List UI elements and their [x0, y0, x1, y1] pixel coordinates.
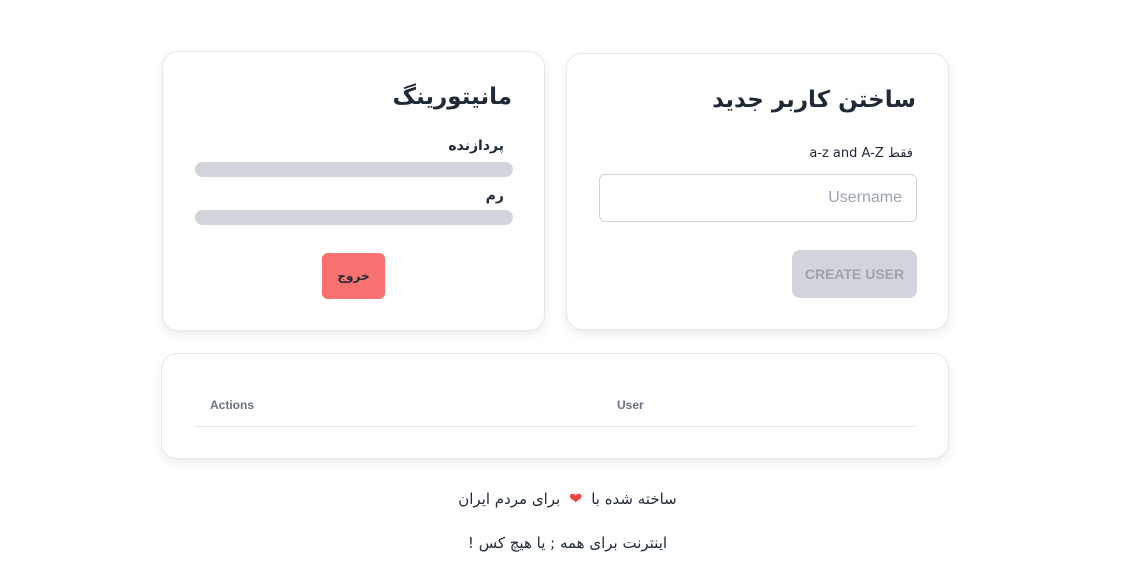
table-header-row: Actions User — [194, 386, 916, 427]
footer-credit: ساخته شده با ❤ برای مردم ایران — [0, 489, 1135, 508]
footer-for-people: برای مردم ایران — [458, 490, 561, 508]
ram-label: رم — [485, 188, 504, 204]
cpu-label: پردازنده — [448, 138, 504, 154]
username-input[interactable] — [599, 174, 917, 222]
logout-button[interactable]: خروج — [322, 253, 385, 299]
footer-made-with: ساخته شده با — [591, 490, 677, 508]
cpu-progress-bar — [195, 162, 513, 177]
heart-icon: ❤ — [569, 489, 583, 508]
ram-progress-bar — [195, 210, 513, 225]
footer-slogan: اینترنت برای همه ; یا هیچ کس ! — [467, 534, 668, 552]
create-user-button[interactable]: CREATE USER — [792, 250, 917, 298]
username-hint: فقط a-z and A-Z — [809, 146, 913, 161]
monitoring-card: مانیتورینگ پردازنده رم خروج — [162, 51, 545, 331]
monitoring-title: مانیتورینگ — [392, 84, 512, 110]
column-header-user: User — [617, 398, 644, 412]
column-header-actions: Actions — [210, 398, 255, 412]
users-table-card: Actions User — [161, 353, 949, 459]
create-user-title: ساختن کاربر جدید — [712, 87, 916, 113]
create-user-card: ساختن کاربر جدید فقط a-z and A-Z CREATE … — [566, 53, 949, 330]
